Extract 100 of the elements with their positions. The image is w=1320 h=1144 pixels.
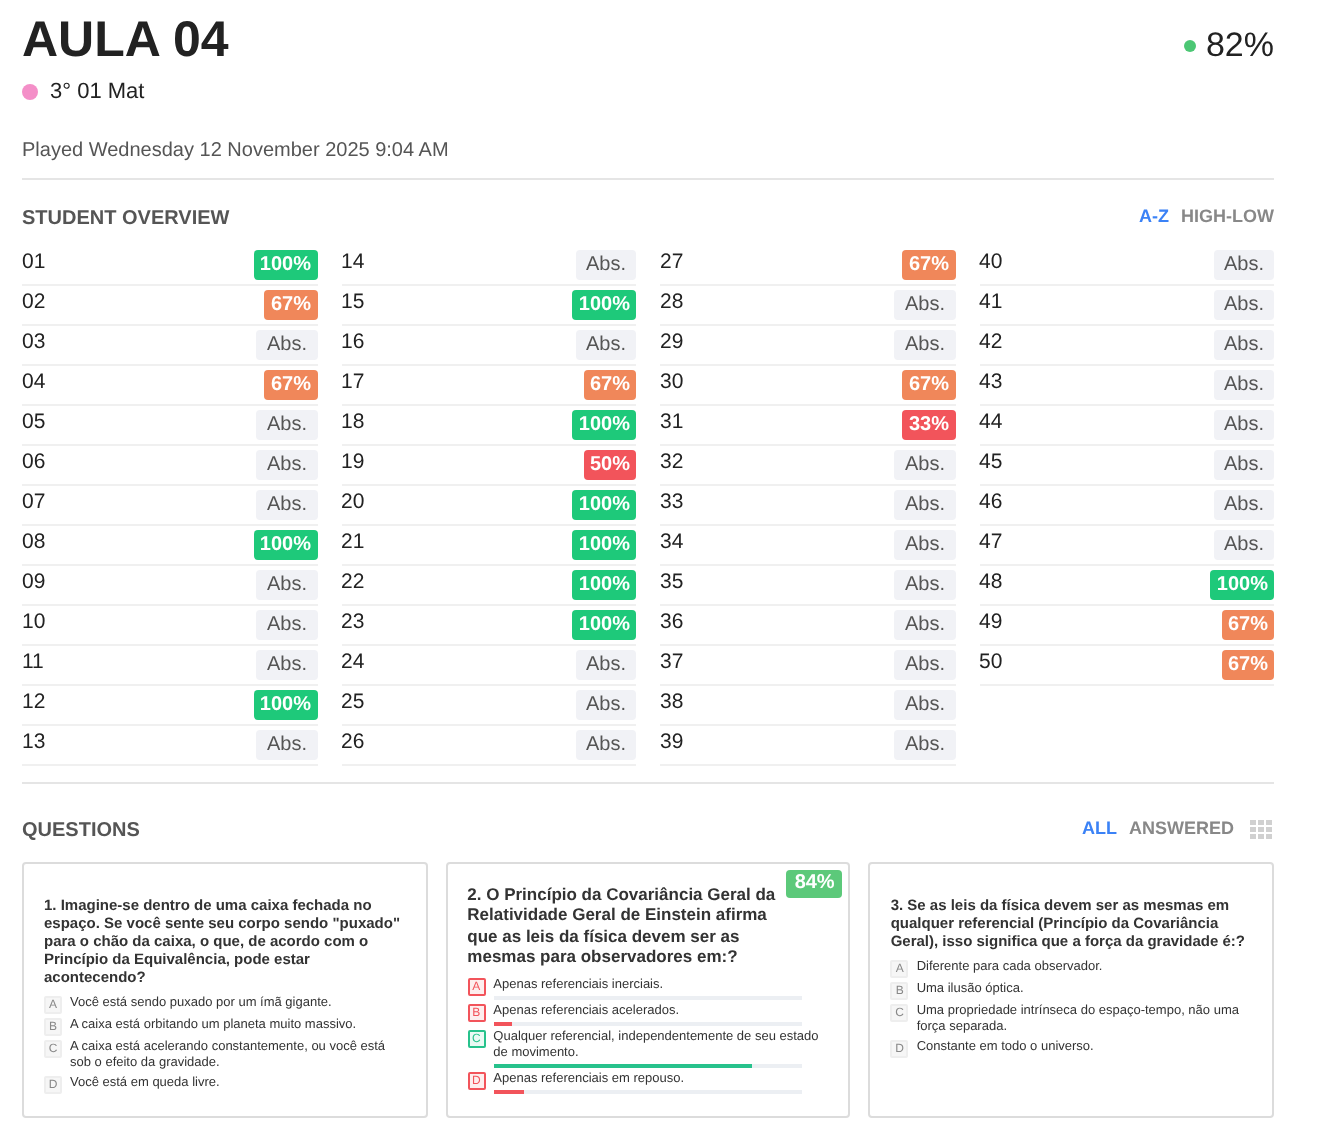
absent-badge: Abs.: [256, 609, 317, 639]
student-number: 04: [22, 368, 46, 399]
filter-option[interactable]: ANSWERED: [1128, 816, 1234, 844]
score-badge: 100%: [1210, 569, 1274, 599]
student-number: 23: [341, 608, 365, 639]
score-badge: 67%: [1221, 609, 1274, 639]
student-number: 12: [22, 688, 46, 719]
student-number: 42: [979, 328, 1003, 359]
filter-option[interactable]: ALL: [1081, 816, 1117, 844]
student-number: 09: [22, 568, 46, 599]
question-card[interactable]: [22, 861, 428, 1117]
absent-badge: Abs.: [894, 609, 955, 639]
student-number: 15: [341, 288, 365, 319]
student-number: 08: [22, 528, 46, 559]
student-number: 49: [979, 608, 1003, 639]
student-number: 30: [660, 368, 684, 399]
absent-badge: Abs.: [894, 329, 955, 359]
absent-badge: Abs.: [1213, 369, 1274, 399]
score-badge: 84%: [786, 869, 843, 897]
student-number: 07: [22, 488, 46, 519]
student-number: 25: [341, 688, 365, 719]
absent-badge: Abs.: [894, 649, 955, 679]
student-number: 47: [979, 528, 1003, 559]
score-badge: 100%: [572, 289, 636, 319]
student-number: 34: [660, 528, 684, 559]
score-badge: 100%: [253, 529, 317, 559]
score-badge: 67%: [264, 289, 317, 319]
absent-badge: Abs.: [894, 289, 955, 319]
question-card[interactable]: [445, 861, 851, 1117]
class-name: 3° 01 Mat: [50, 78, 145, 108]
absent-badge: Abs.: [256, 489, 317, 519]
score-badge: 100%: [572, 529, 636, 559]
absent-badge: Abs.: [894, 529, 955, 559]
student-number: 11: [22, 648, 44, 679]
absent-badge: Abs.: [1213, 449, 1274, 479]
student-number: 24: [341, 648, 365, 679]
student-number: 44: [979, 408, 1003, 439]
student-number: 45: [979, 448, 1003, 479]
student-number: 43: [979, 368, 1003, 399]
overall-score: 82%: [1205, 24, 1274, 68]
absent-badge: Abs.: [894, 689, 955, 719]
student-number: 33: [660, 488, 684, 519]
student-number: 26: [341, 728, 365, 759]
score-badge: 100%: [572, 609, 636, 639]
student-number: 21: [341, 528, 365, 559]
question-card[interactable]: [868, 861, 1274, 1117]
section-title: STUDENT OVERVIEW: [22, 205, 230, 233]
student-number: 20: [341, 488, 365, 519]
absent-badge: Abs.: [256, 449, 317, 479]
student-number: 29: [660, 328, 684, 359]
played-date: Played Wednesday 12 November 2025 9:04 AM: [22, 137, 451, 165]
absent-badge: Abs.: [1213, 409, 1274, 439]
student-number: 01: [22, 248, 46, 279]
student-number: 13: [22, 728, 46, 759]
score-badge: 100%: [253, 689, 317, 719]
student-number: 14: [341, 248, 365, 279]
student-number: 48: [979, 568, 1003, 599]
score-badge: 67%: [1221, 649, 1274, 679]
absent-badge: Abs.: [256, 569, 317, 599]
absent-badge: Abs.: [256, 329, 317, 359]
absent-badge: Abs.: [894, 569, 955, 599]
absent-badge: Abs.: [894, 729, 955, 759]
student-number: 39: [660, 728, 684, 759]
absent-badge: Abs.: [1213, 289, 1274, 319]
student-number: 10: [22, 608, 46, 639]
absent-badge: Abs.: [256, 729, 317, 759]
absent-badge: Abs.: [575, 729, 636, 759]
absent-badge: Abs.: [1213, 489, 1274, 519]
score-badge: 100%: [572, 489, 636, 519]
score-badge: 67%: [902, 369, 955, 399]
score-badge: 100%: [572, 409, 636, 439]
student-number: 06: [22, 448, 46, 479]
student-number: 03: [22, 328, 46, 359]
student-number: 05: [22, 408, 46, 439]
sort-option[interactable]: A-Z: [1139, 204, 1169, 232]
score-badge: 100%: [572, 569, 636, 599]
student-number: 40: [979, 248, 1003, 279]
sort-option[interactable]: HIGH-LOW: [1181, 204, 1274, 232]
score-badge: 67%: [583, 369, 636, 399]
absent-badge: Abs.: [575, 689, 636, 719]
student-number: 31: [660, 408, 684, 439]
absent-badge: Abs.: [575, 329, 636, 359]
student-number: 37: [660, 648, 684, 679]
student-number: 28: [660, 288, 684, 319]
absent-badge: Abs.: [256, 649, 317, 679]
student-number: 38: [660, 688, 684, 719]
score-badge: 50%: [583, 449, 636, 479]
student-number: 35: [660, 568, 684, 599]
student-number: 17: [341, 368, 365, 399]
section-title: QUESTIONS: [22, 817, 140, 845]
student-number: 22: [341, 568, 365, 599]
score-badge: 100%: [253, 249, 317, 279]
student-number: 18: [341, 408, 365, 439]
score-badge: 33%: [902, 409, 955, 439]
absent-badge: Abs.: [894, 449, 955, 479]
student-number: 50: [979, 648, 1003, 679]
absent-badge: Abs.: [894, 489, 955, 519]
student-number: 36: [660, 608, 684, 639]
question-text: 2. O Princípio da Covariância Geral da Relatividade Geral de Einstein afirma que as leis da física devem ser as mesmas para observadores em:?: [467, 883, 778, 967]
quiz-title: AULA 04: [22, 10, 229, 72]
